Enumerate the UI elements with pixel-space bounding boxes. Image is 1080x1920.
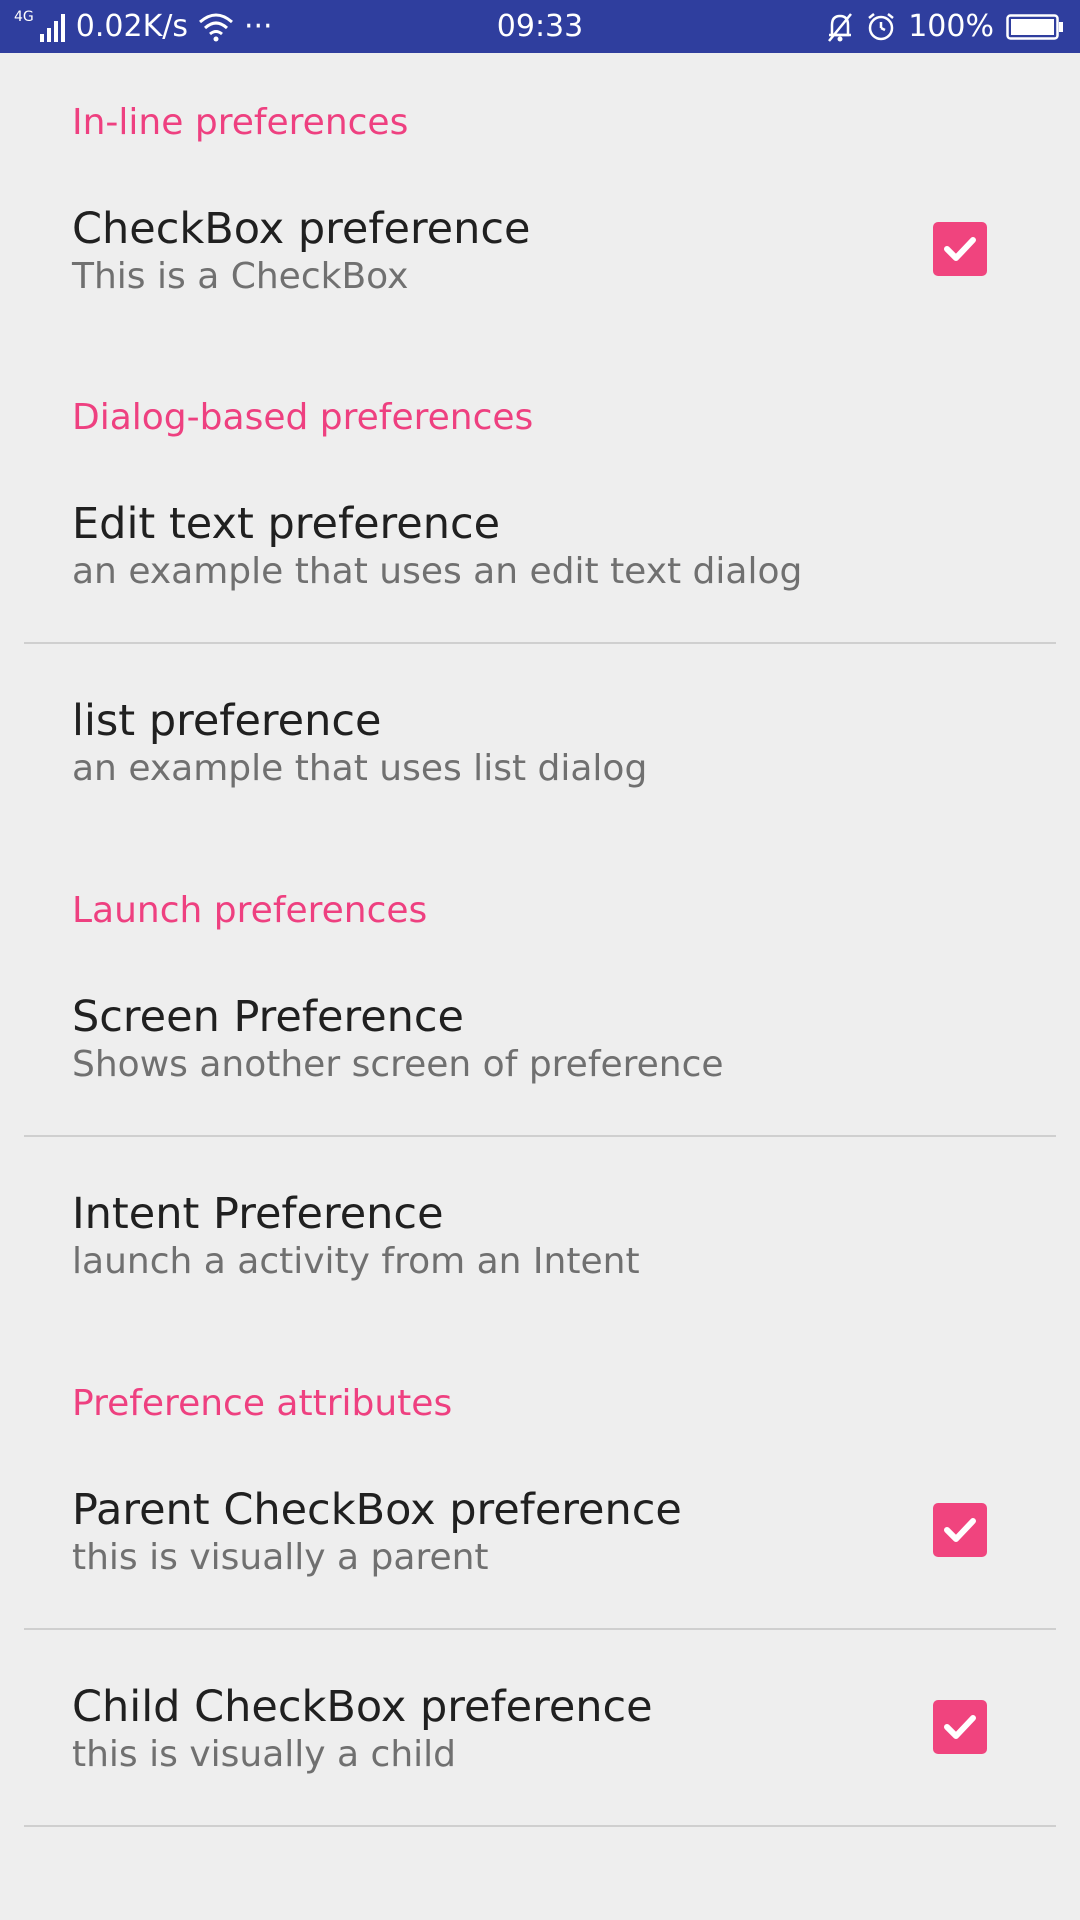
status-bar-left: 4G 0.02K/s ··· <box>14 0 273 53</box>
pref-title: Edit text preference <box>72 499 501 549</box>
pref-summary: This is a CheckBox <box>72 256 409 297</box>
divider <box>24 1135 1056 1137</box>
network-speed: 0.02K/s <box>75 8 188 44</box>
pref-summary: Shows another screen of preference <box>72 1044 724 1085</box>
pref-summary: launch a activity from an Intent <box>72 1241 640 1282</box>
category-dialog-based-preferences: Dialog-based preferences <box>72 397 534 438</box>
divider <box>24 1628 1056 1630</box>
more-notifications-icon: ··· <box>243 8 273 44</box>
category-launch-preferences: Launch preferences <box>72 890 428 931</box>
pref-summary: this is visually a parent <box>72 1537 489 1578</box>
checkmark-icon <box>944 1715 976 1739</box>
checkbox-preference-item[interactable]: CheckBox preference This is a CheckBox <box>0 183 1080 353</box>
pref-title: Parent CheckBox preference <box>72 1485 682 1535</box>
list-preference-item[interactable]: list preference an example that uses lis… <box>0 675 1080 840</box>
checkmark-icon <box>944 1518 976 1542</box>
category-preference-attributes: Preference attributes <box>72 1383 453 1424</box>
parent-checkbox-preference-item[interactable]: Parent CheckBox preference this is visua… <box>0 1464 1080 1629</box>
divider <box>24 1825 1056 1827</box>
pref-title: Child CheckBox preference <box>72 1682 653 1732</box>
checkmark-icon <box>944 237 976 261</box>
pref-summary: an example that uses an edit text dialog <box>72 551 803 592</box>
pref-summary: this is visually a child <box>72 1734 456 1775</box>
intent-preference-item[interactable]: Intent Preference launch a activity from… <box>0 1168 1080 1333</box>
clock: 09:33 <box>496 8 584 44</box>
pref-title: list preference <box>72 696 382 746</box>
pref-title: CheckBox preference <box>72 204 531 254</box>
notifications-off-icon <box>826 11 854 43</box>
screen-preference-item[interactable]: Screen Preference Shows another screen o… <box>0 971 1080 1136</box>
wifi-icon <box>198 12 234 42</box>
checkbox-preference-checkbox[interactable] <box>933 222 987 276</box>
category-inline-preferences: In-line preferences <box>72 102 409 143</box>
signal-icon <box>39 12 66 42</box>
pref-title: Screen Preference <box>72 992 464 1042</box>
edit-text-preference-item[interactable]: Edit text preference an example that use… <box>0 478 1080 643</box>
parent-checkbox[interactable] <box>933 1503 987 1557</box>
child-checkbox[interactable] <box>933 1700 987 1754</box>
network-type-label: 4G <box>14 9 34 25</box>
pref-title: Intent Preference <box>72 1189 444 1239</box>
status-bar-right: 100% <box>826 0 1064 53</box>
divider <box>24 642 1056 644</box>
status-bar: 4G 0.02K/s ··· 09:33 100% <box>0 0 1080 53</box>
pref-summary: an example that uses list dialog <box>72 748 648 789</box>
battery-icon <box>1006 13 1064 41</box>
alarm-icon <box>866 12 896 42</box>
child-checkbox-preference-item[interactable]: Child CheckBox preference this is visual… <box>0 1661 1080 1826</box>
battery-percent: 100% <box>908 8 994 44</box>
